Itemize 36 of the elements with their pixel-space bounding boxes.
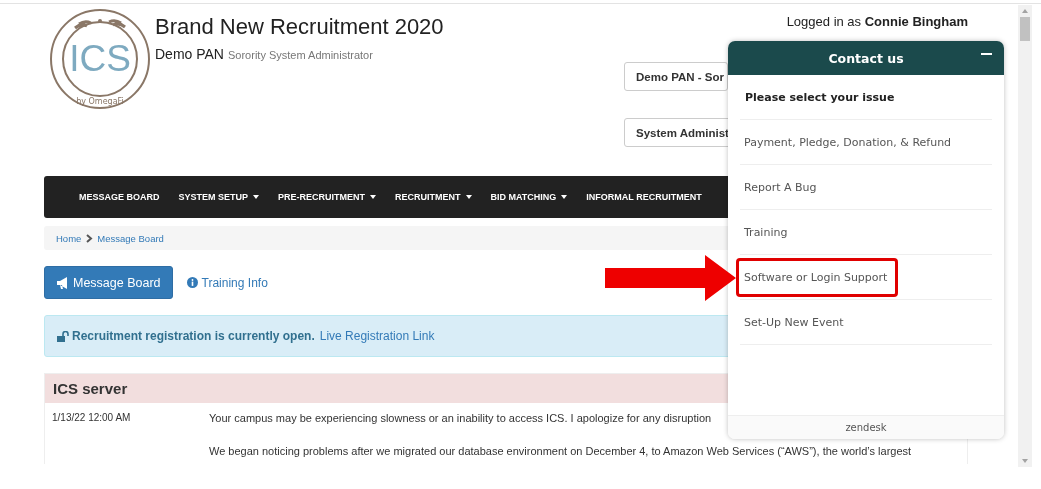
- registration-link[interactable]: Live Registration Link: [319, 329, 435, 343]
- chevron-right-icon: [85, 233, 94, 243]
- zendesk-footer: zendesk: [728, 415, 1004, 439]
- minimize-button[interactable]: [981, 53, 992, 55]
- scrollbar[interactable]: [1018, 5, 1032, 467]
- role-label: Sorority System Administrator: [228, 49, 373, 61]
- minimize-icon: [981, 53, 992, 55]
- alert-message: Recruitment registration is currently open.: [72, 329, 315, 343]
- issue-option[interactable]: Training: [736, 212, 796, 252]
- issue-option[interactable]: Payment, Pledge, Donation, & Refund: [736, 122, 960, 162]
- nav-menu-item[interactable]: RECRUITMENT: [387, 192, 480, 202]
- site-title: Brand New Recruitment 2020: [155, 14, 444, 40]
- nav-menu-item[interactable]: PRE-RECRUITMENT: [270, 192, 385, 202]
- breadcrumb-link[interactable]: Message Board: [97, 232, 164, 244]
- nav-menu-item[interactable]: SYSTEM SETUP: [170, 192, 268, 202]
- issue-option[interactable]: Report A Bug: [736, 167, 825, 207]
- nav-menu-item[interactable]: MESSAGE BOARD: [71, 192, 168, 202]
- message-board-button[interactable]: Message Board: [44, 266, 173, 299]
- logo-text: ICS: [69, 38, 131, 79]
- megaphone-icon: [56, 276, 69, 289]
- issue-prompt: Please select your issue: [740, 75, 992, 120]
- training-info-link[interactable]: Training Info: [186, 275, 268, 290]
- post-date: 1/13/22 12:00 AM: [51, 412, 132, 425]
- logged-in-user: Logged in as Connie Bingham: [786, 14, 968, 29]
- post-paragraph: We began noticing problems after we migrated our database environment on December 4, to Amazon Web Services (“AWS”), the world’s largest: [209, 445, 913, 457]
- breadcrumb-link[interactable]: Home: [56, 232, 82, 244]
- nav-menu-item[interactable]: BID MATCHING: [482, 192, 576, 202]
- widget-title: Contact us: [828, 50, 904, 66]
- nav-menu-item[interactable]: INFORMAL RECRUITMENT: [578, 192, 710, 202]
- organization-name: Demo PAN: [155, 46, 224, 62]
- unlocked-padlock-icon: [57, 330, 69, 342]
- info-icon: [186, 277, 198, 288]
- post-paragraph: Your campus may be experiencing slowness or an inability to access ICS. I apologize for any disruption: [209, 412, 713, 424]
- issue-option[interactable]: Set-Up New Event: [736, 302, 852, 342]
- select-dropdown[interactable]: Demo PAN - Sor: [624, 62, 728, 91]
- issue-option[interactable]: Software or Login Support: [736, 257, 899, 297]
